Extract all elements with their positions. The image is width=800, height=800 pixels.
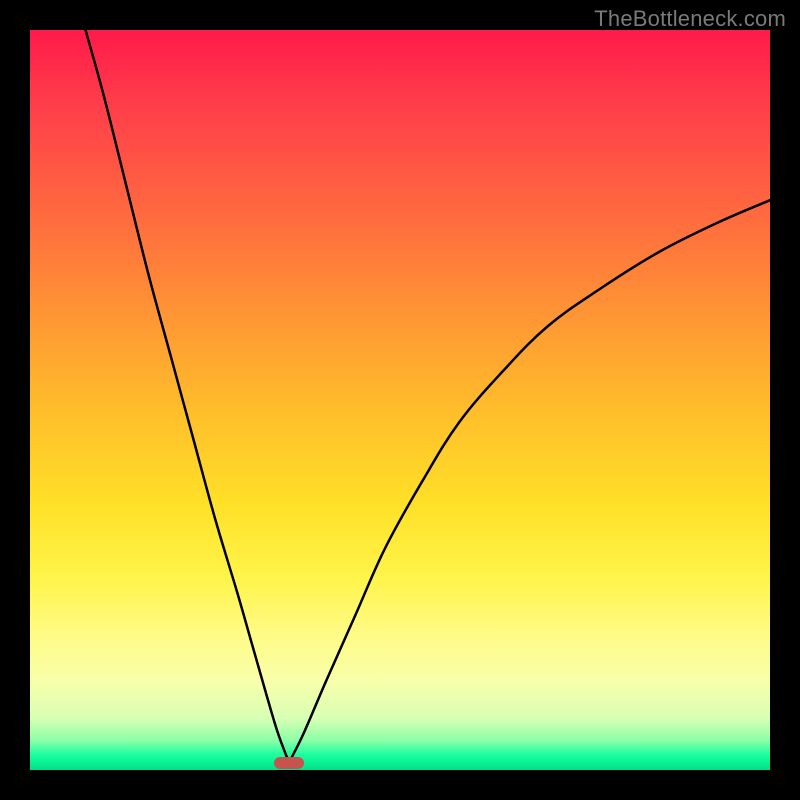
bottleneck-marker (274, 757, 304, 769)
curve-layer (30, 30, 770, 770)
right-curve (289, 200, 770, 762)
plot-area (30, 30, 770, 770)
left-curve (86, 30, 290, 763)
outer-frame: TheBottleneck.com (0, 0, 800, 800)
watermark-text: TheBottleneck.com (594, 6, 786, 32)
